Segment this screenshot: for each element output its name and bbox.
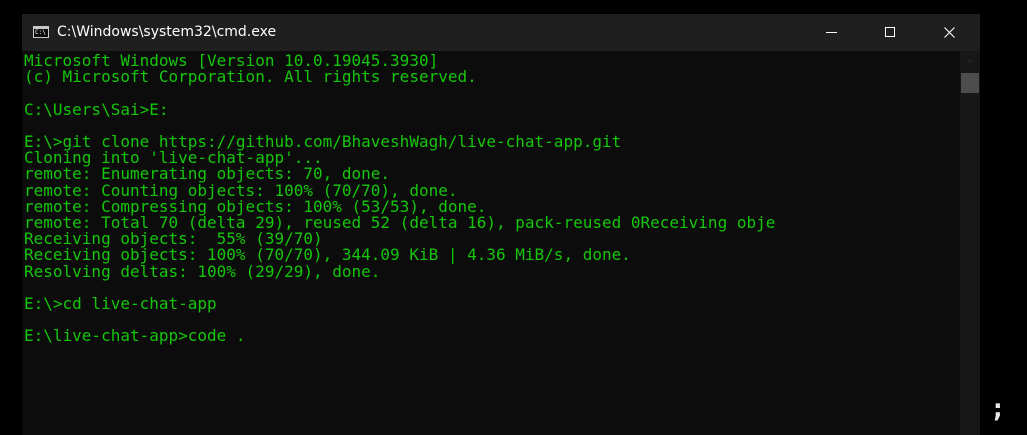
console-line: (c) Microsoft Corporation. All rights re…: [24, 67, 477, 87]
minimize-icon: [826, 32, 837, 33]
console-line: C:\Users\Sai>E:: [24, 99, 169, 119]
console-output[interactable]: Microsoft Windows [Version 10.0.19045.39…: [22, 51, 960, 435]
window-title: C:\Windows\system32\cmd.exe: [57, 24, 277, 40]
cmd-icon[interactable]: [33, 26, 49, 38]
scrollbar-thumb[interactable]: [961, 73, 979, 93]
cmd-window: C:\Windows\system32\cmd.exe Microsoft Wi…: [22, 14, 980, 435]
close-icon: [944, 27, 955, 38]
vertical-scrollbar[interactable]: [960, 51, 980, 435]
close-button[interactable]: [927, 14, 972, 51]
minimize-button[interactable]: [809, 14, 854, 51]
chevron-up-icon: [966, 58, 974, 63]
background-glyph: ;: [990, 394, 1006, 424]
title-bar[interactable]: C:\Windows\system32\cmd.exe: [22, 14, 980, 51]
console-text: Microsoft Windows [Version 10.0.19045.39…: [22, 51, 960, 345]
console-line: Resolving deltas: 100% (29/29), done.: [24, 261, 381, 281]
maximize-icon: [885, 27, 895, 37]
maximize-button[interactable]: [868, 14, 913, 51]
console-line: E:\>cd live-chat-app: [24, 294, 217, 314]
scroll-up-button[interactable]: [960, 51, 980, 71]
console-line: E:\live-chat-app>code .: [24, 326, 246, 346]
